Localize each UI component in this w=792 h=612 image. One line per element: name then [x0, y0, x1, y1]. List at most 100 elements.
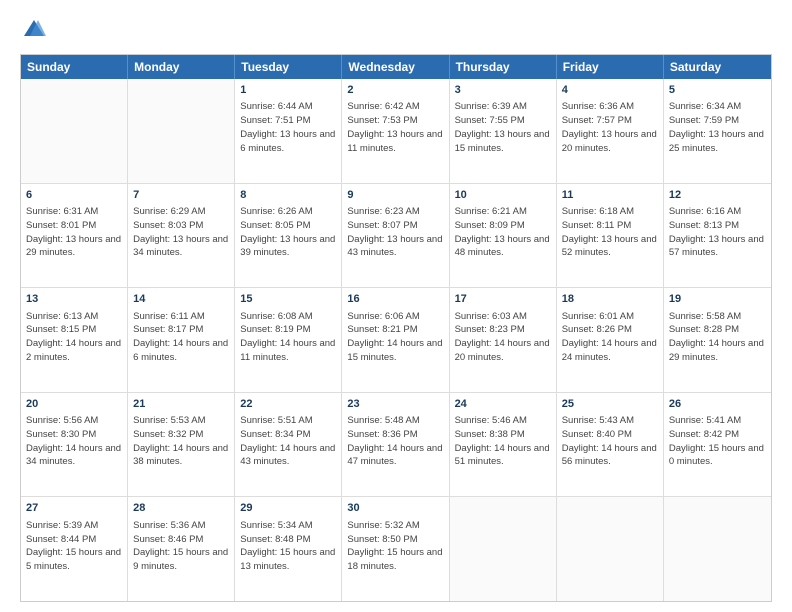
weekday-header: Friday — [557, 55, 664, 79]
weekday-header: Monday — [128, 55, 235, 79]
day-info: Sunrise: 5:51 AM Sunset: 8:34 PM Dayligh… — [240, 414, 336, 469]
calendar-row: 27Sunrise: 5:39 AM Sunset: 8:44 PM Dayli… — [21, 496, 771, 601]
calendar-cell: 6 Sunrise: 6:31 AM Sunset: 8:01 PM Daylig… — [21, 184, 128, 288]
calendar-row: 6 Sunrise: 6:31 AM Sunset: 8:01 PM Daylig… — [21, 183, 771, 288]
calendar-cell: 21Sunrise: 5:53 AM Sunset: 8:32 PM Dayli… — [128, 393, 235, 497]
day-info: Sunrise: 6:13 AM Sunset: 8:15 PM Dayligh… — [26, 310, 122, 365]
calendar-cell: 11 Sunrise: 6:18 AM Sunset: 8:11 PM Dayli… — [557, 184, 664, 288]
calendar-header-row: SundayMondayTuesdayWednesdayThursdayFrid… — [21, 55, 771, 79]
day-number: 1 — [240, 83, 336, 98]
day-number: 9 — [347, 188, 443, 203]
calendar-row: 20 Sunrise: 5:56 AM Sunset: 8:30 PM Dayli… — [21, 392, 771, 497]
calendar-cell: 8 Sunrise: 6:26 AM Sunset: 8:05 PM Daylig… — [235, 184, 342, 288]
day-info: Sunrise: 6:36 AM Sunset: 7:57 PM Dayligh… — [562, 100, 658, 155]
day-number: 12 — [669, 188, 766, 203]
day-info: Sunrise: 5:56 AM Sunset: 8:30 PM Dayligh… — [26, 414, 122, 469]
day-number: 6 — [26, 188, 122, 203]
weekday-header: Thursday — [450, 55, 557, 79]
day-number: 7 — [133, 188, 229, 203]
day-info: Sunrise: 6:39 AM Sunset: 7:55 PM Dayligh… — [455, 100, 551, 155]
calendar-cell: 20 Sunrise: 5:56 AM Sunset: 8:30 PM Dayli… — [21, 393, 128, 497]
day-info: Sunrise: 5:58 AM Sunset: 8:28 PM Dayligh… — [669, 310, 766, 365]
day-info: Sunrise: 5:34 AM Sunset: 8:48 PM Dayligh… — [240, 519, 336, 574]
calendar-cell: 14Sunrise: 6:11 AM Sunset: 8:17 PM Dayli… — [128, 288, 235, 392]
day-info: Sunrise: 5:41 AM Sunset: 8:42 PM Dayligh… — [669, 414, 766, 469]
day-number: 16 — [347, 292, 443, 307]
day-number: 28 — [133, 501, 229, 516]
day-info: Sunrise: 6:06 AM Sunset: 8:21 PM Dayligh… — [347, 310, 443, 365]
day-number: 17 — [455, 292, 551, 307]
calendar-cell: 3 Sunrise: 6:39 AM Sunset: 7:55 PM Daylig… — [450, 79, 557, 183]
calendar-cell: 17 Sunrise: 6:03 AM Sunset: 8:23 PM Dayli… — [450, 288, 557, 392]
day-number: 2 — [347, 83, 443, 98]
day-info: Sunrise: 6:29 AM Sunset: 8:03 PM Dayligh… — [133, 205, 229, 260]
day-info: Sunrise: 6:26 AM Sunset: 8:05 PM Dayligh… — [240, 205, 336, 260]
day-info: Sunrise: 6:34 AM Sunset: 7:59 PM Dayligh… — [669, 100, 766, 155]
calendar-row: 1 Sunrise: 6:44 AM Sunset: 7:51 PM Daylig… — [21, 79, 771, 183]
day-number: 25 — [562, 397, 658, 412]
day-info: Sunrise: 5:43 AM Sunset: 8:40 PM Dayligh… — [562, 414, 658, 469]
day-info: Sunrise: 5:53 AM Sunset: 8:32 PM Dayligh… — [133, 414, 229, 469]
day-info: Sunrise: 6:44 AM Sunset: 7:51 PM Dayligh… — [240, 100, 336, 155]
day-number: 3 — [455, 83, 551, 98]
logo-icon — [20, 16, 48, 44]
day-number: 22 — [240, 397, 336, 412]
day-info: Sunrise: 6:21 AM Sunset: 8:09 PM Dayligh… — [455, 205, 551, 260]
day-info: Sunrise: 6:03 AM Sunset: 8:23 PM Dayligh… — [455, 310, 551, 365]
day-info: Sunrise: 6:18 AM Sunset: 8:11 PM Dayligh… — [562, 205, 658, 260]
weekday-header: Tuesday — [235, 55, 342, 79]
calendar-cell: 28 Sunrise: 5:36 AM Sunset: 8:46 PM Dayli… — [128, 497, 235, 601]
day-number: 11 — [562, 188, 658, 203]
calendar-cell: 13Sunrise: 6:13 AM Sunset: 8:15 PM Dayli… — [21, 288, 128, 392]
header — [20, 16, 772, 44]
calendar-cell: 23Sunrise: 5:48 AM Sunset: 8:36 PM Dayli… — [342, 393, 449, 497]
calendar-cell: 7 Sunrise: 6:29 AM Sunset: 8:03 PM Daylig… — [128, 184, 235, 288]
weekday-header: Sunday — [21, 55, 128, 79]
calendar-cell — [450, 497, 557, 601]
day-info: Sunrise: 5:46 AM Sunset: 8:38 PM Dayligh… — [455, 414, 551, 469]
calendar-cell: 30Sunrise: 5:32 AM Sunset: 8:50 PM Dayli… — [342, 497, 449, 601]
calendar-cell — [664, 497, 771, 601]
calendar-cell: 1 Sunrise: 6:44 AM Sunset: 7:51 PM Daylig… — [235, 79, 342, 183]
calendar-row: 13Sunrise: 6:13 AM Sunset: 8:15 PM Dayli… — [21, 287, 771, 392]
day-info: Sunrise: 6:23 AM Sunset: 8:07 PM Dayligh… — [347, 205, 443, 260]
day-number: 24 — [455, 397, 551, 412]
day-info: Sunrise: 6:11 AM Sunset: 8:17 PM Dayligh… — [133, 310, 229, 365]
calendar-cell: 5 Sunrise: 6:34 AM Sunset: 7:59 PM Daylig… — [664, 79, 771, 183]
day-number: 8 — [240, 188, 336, 203]
day-number: 19 — [669, 292, 766, 307]
day-info: Sunrise: 5:39 AM Sunset: 8:44 PM Dayligh… — [26, 519, 122, 574]
calendar-cell: 19 Sunrise: 5:58 AM Sunset: 8:28 PM Dayli… — [664, 288, 771, 392]
calendar-cell — [557, 497, 664, 601]
calendar: SundayMondayTuesdayWednesdayThursdayFrid… — [20, 54, 772, 602]
weekday-header: Wednesday — [342, 55, 449, 79]
day-number: 20 — [26, 397, 122, 412]
day-info: Sunrise: 5:32 AM Sunset: 8:50 PM Dayligh… — [347, 519, 443, 574]
day-info: Sunrise: 6:16 AM Sunset: 8:13 PM Dayligh… — [669, 205, 766, 260]
calendar-cell: 22 Sunrise: 5:51 AM Sunset: 8:34 PM Dayli… — [235, 393, 342, 497]
calendar-cell — [128, 79, 235, 183]
day-info: Sunrise: 6:42 AM Sunset: 7:53 PM Dayligh… — [347, 100, 443, 155]
calendar-cell: 9 Sunrise: 6:23 AM Sunset: 8:07 PM Daylig… — [342, 184, 449, 288]
day-info: Sunrise: 6:01 AM Sunset: 8:26 PM Dayligh… — [562, 310, 658, 365]
day-number: 26 — [669, 397, 766, 412]
calendar-cell: 15 Sunrise: 6:08 AM Sunset: 8:19 PM Dayli… — [235, 288, 342, 392]
day-info: Sunrise: 5:36 AM Sunset: 8:46 PM Dayligh… — [133, 519, 229, 574]
weekday-header: Saturday — [664, 55, 771, 79]
calendar-cell: 10 Sunrise: 6:21 AM Sunset: 8:09 PM Dayli… — [450, 184, 557, 288]
calendar-cell: 16 Sunrise: 6:06 AM Sunset: 8:21 PM Dayli… — [342, 288, 449, 392]
calendar-cell: 29Sunrise: 5:34 AM Sunset: 8:48 PM Dayli… — [235, 497, 342, 601]
calendar-cell — [21, 79, 128, 183]
calendar-cell: 18Sunrise: 6:01 AM Sunset: 8:26 PM Dayli… — [557, 288, 664, 392]
day-number: 15 — [240, 292, 336, 307]
day-info: Sunrise: 6:31 AM Sunset: 8:01 PM Dayligh… — [26, 205, 122, 260]
calendar-cell: 12 Sunrise: 6:16 AM Sunset: 8:13 PM Dayli… — [664, 184, 771, 288]
day-number: 10 — [455, 188, 551, 203]
day-info: Sunrise: 6:08 AM Sunset: 8:19 PM Dayligh… — [240, 310, 336, 365]
day-info: Sunrise: 5:48 AM Sunset: 8:36 PM Dayligh… — [347, 414, 443, 469]
calendar-body: 1 Sunrise: 6:44 AM Sunset: 7:51 PM Daylig… — [21, 79, 771, 601]
calendar-cell: 4Sunrise: 6:36 AM Sunset: 7:57 PM Daylig… — [557, 79, 664, 183]
day-number: 5 — [669, 83, 766, 98]
calendar-cell: 2 Sunrise: 6:42 AM Sunset: 7:53 PM Daylig… — [342, 79, 449, 183]
page: SundayMondayTuesdayWednesdayThursdayFrid… — [0, 0, 792, 612]
